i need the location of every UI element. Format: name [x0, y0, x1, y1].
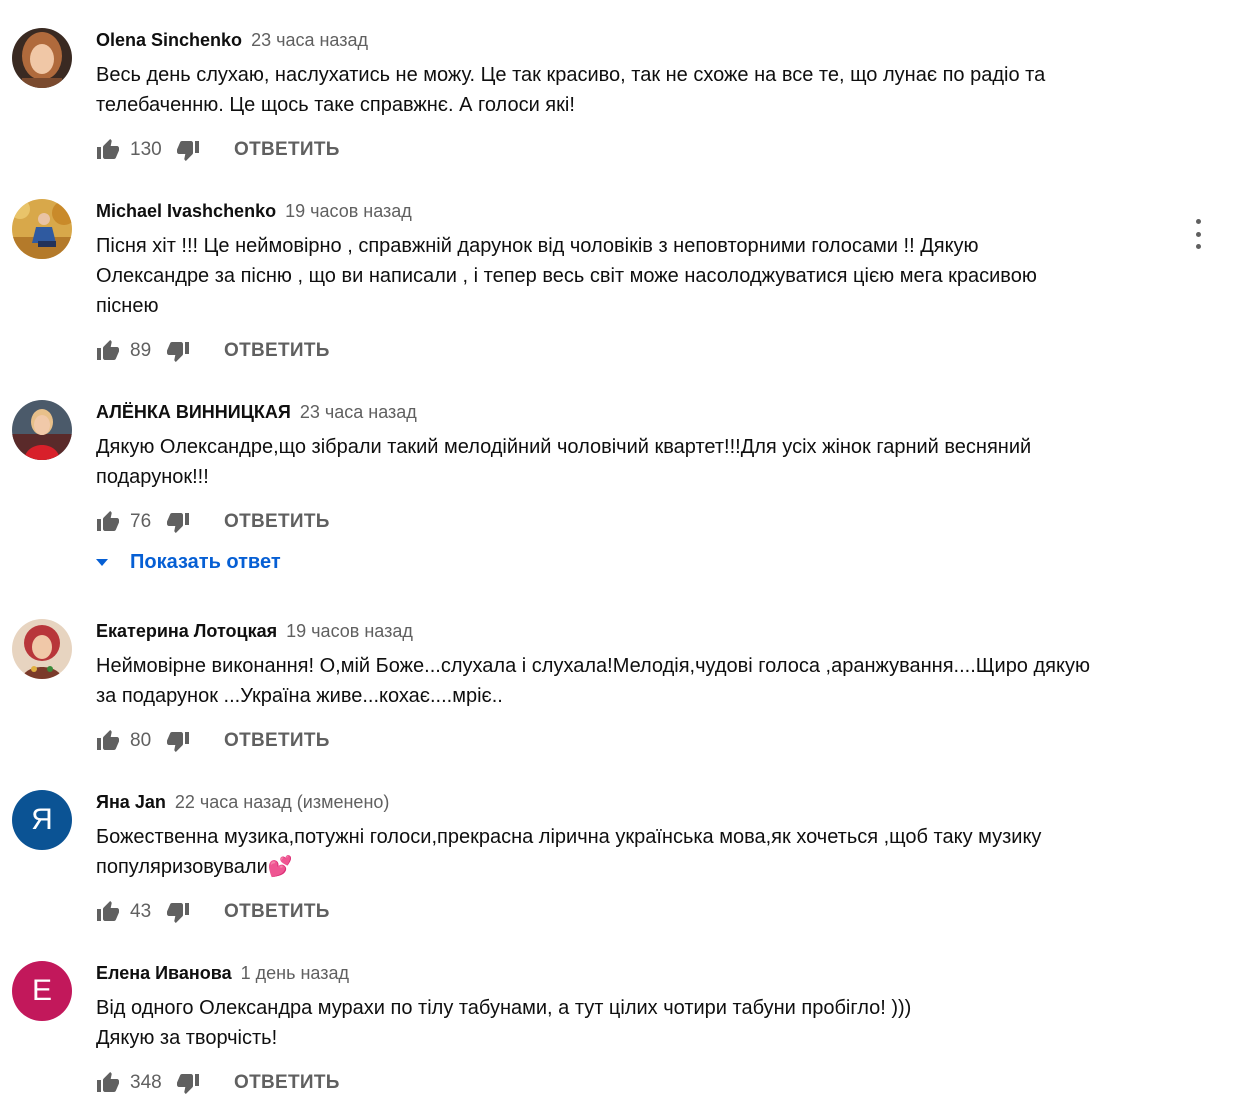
more-actions-icon[interactable]	[1188, 219, 1208, 249]
comment-time[interactable]: 1 день назад	[241, 963, 349, 983]
thumbs-up-icon[interactable]	[96, 729, 120, 753]
like-count: 89	[130, 340, 152, 361]
comment-text: Божественна музика,потужні голоси,прекра…	[96, 826, 1042, 878]
comment-text: Від одного Олександра мурахи по тілу таб…	[96, 997, 912, 1049]
reply-button[interactable]: ОТВЕТИТЬ	[234, 139, 340, 161]
avatar[interactable]	[12, 619, 72, 679]
thumbs-up-icon[interactable]	[96, 900, 120, 924]
thumbs-down-icon[interactable]	[166, 339, 190, 363]
avatar[interactable]	[12, 28, 72, 88]
comment-author[interactable]: Елена Иванова	[96, 963, 232, 983]
like-count: 80	[130, 730, 152, 751]
comment-header: Olena Sinchenko 23 часа назад	[96, 28, 368, 52]
comment-actions: 89 ОТВЕТИТЬ	[96, 337, 330, 365]
comment-time[interactable]: 19 часов назад	[285, 201, 412, 221]
thumbs-up-icon[interactable]	[96, 339, 120, 363]
thumbs-down-icon[interactable]	[176, 1071, 200, 1095]
comment-header: Яна Jan 22 часа назад (изменено)	[96, 790, 389, 814]
avatar[interactable]: Я	[12, 790, 72, 850]
reply-button[interactable]: ОТВЕТИТЬ	[234, 1072, 340, 1094]
comment-time[interactable]: 23 часа назад	[300, 402, 417, 422]
comment-text: Неймовірне виконання! О,мій Боже...слуха…	[96, 655, 1090, 707]
like-count: 348	[130, 1072, 162, 1093]
comment-time[interactable]: 22 часа назад (изменено)	[175, 792, 390, 812]
show-replies-button[interactable]: Показать ответ	[96, 551, 281, 574]
comment-author[interactable]: Michael Ivashchenko	[96, 201, 276, 221]
comment-time[interactable]: 19 часов назад	[286, 621, 413, 641]
comment-header: Елена Иванова 1 день назад	[96, 961, 349, 985]
reply-button[interactable]: ОТВЕТИТЬ	[224, 511, 330, 533]
thumbs-down-icon[interactable]	[166, 510, 190, 534]
reply-button[interactable]: ОТВЕТИТЬ	[224, 340, 330, 362]
avatar[interactable]: Е	[12, 961, 72, 1021]
reply-button[interactable]: ОТВЕТИТЬ	[224, 730, 330, 752]
show-replies-label: Показать ответ	[130, 551, 281, 573]
reply-button[interactable]: ОТВЕТИТЬ	[224, 901, 330, 923]
comment-header: АЛЁНКА ВИННИЦКАЯ 23 часа назад	[96, 400, 417, 424]
comment-author[interactable]: Екатерина Лотоцкая	[96, 621, 277, 641]
like-count: 43	[130, 901, 152, 922]
avatar-letter: Е	[31, 974, 52, 1007]
comment-actions: 130 ОТВЕТИТЬ	[96, 136, 340, 164]
comment-actions: 76 ОТВЕТИТЬ	[96, 508, 330, 536]
comment-actions: 43 ОТВЕТИТЬ	[96, 898, 330, 926]
comment-author[interactable]: Яна Jan	[96, 792, 166, 812]
thumbs-up-icon[interactable]	[96, 510, 120, 534]
comment-time[interactable]: 23 часа назад	[251, 30, 368, 50]
like-count: 76	[130, 511, 152, 532]
comment-text: Пісня хіт !!! Це неймовірно , справжній …	[96, 235, 1037, 317]
avatar-letter: Я	[31, 803, 53, 836]
comment-text: Весь день слухаю, наслухатись не можу. Ц…	[96, 64, 1046, 116]
thumbs-up-icon[interactable]	[96, 138, 120, 162]
comment-text: Дякую Олександре,що зібрали такий мелоді…	[96, 436, 1032, 488]
like-count: 130	[130, 139, 162, 160]
thumbs-down-icon[interactable]	[166, 900, 190, 924]
thumbs-up-icon[interactable]	[96, 1071, 120, 1095]
thumbs-down-icon[interactable]	[166, 729, 190, 753]
comment-actions: 80 ОТВЕТИТЬ	[96, 727, 330, 755]
comment-actions: 348 ОТВЕТИТЬ	[96, 1069, 340, 1097]
comment-header: Екатерина Лотоцкая 19 часов назад	[96, 619, 413, 643]
thumbs-down-icon[interactable]	[176, 138, 200, 162]
avatar[interactable]	[12, 400, 72, 460]
comment-author[interactable]: Olena Sinchenko	[96, 30, 242, 50]
avatar[interactable]	[12, 199, 72, 259]
chevron-down-icon	[96, 558, 108, 566]
comment-header: Michael Ivashchenko 19 часов назад	[96, 199, 412, 223]
comment-author[interactable]: АЛЁНКА ВИННИЦКАЯ	[96, 402, 291, 422]
